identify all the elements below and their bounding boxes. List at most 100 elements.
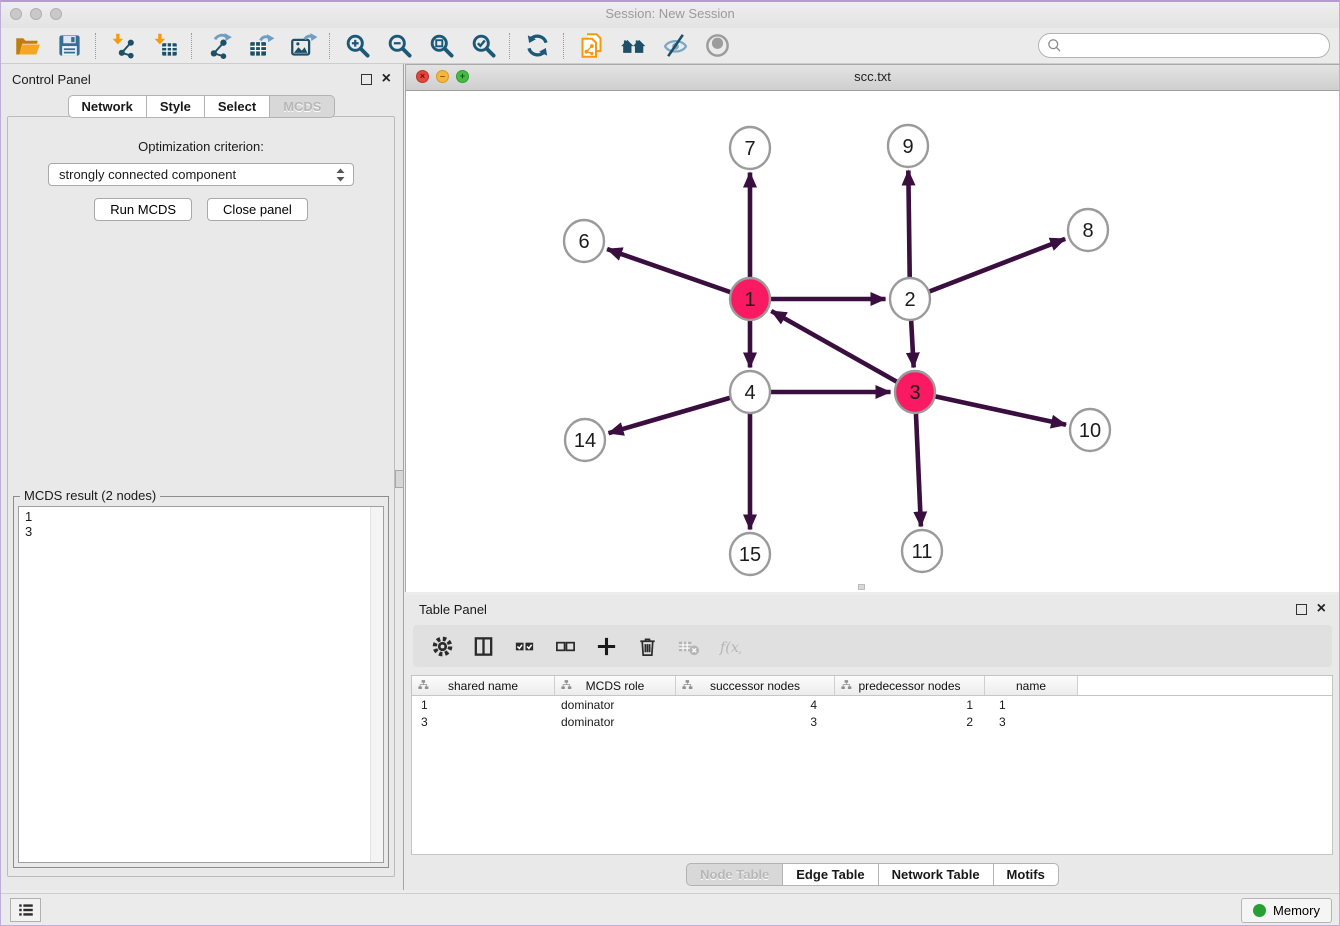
delete-table-button [675, 633, 701, 659]
float-panel-icon[interactable] [361, 74, 372, 85]
open-file-button[interactable] [6, 30, 48, 62]
cell-predecessor-nodes[interactable]: 2 [835, 715, 985, 729]
node-2[interactable]: 2 [890, 278, 930, 320]
close-table-panel-icon[interactable]: × [1317, 604, 1326, 614]
zoom-fit-button[interactable] [420, 30, 462, 62]
cell-mcds-role[interactable]: dominator [555, 715, 676, 729]
refresh-network-button[interactable] [516, 30, 558, 62]
save-session-button[interactable] [48, 30, 90, 62]
control-panel: Control Panel × NetworkStyleSelectMCDS O… [0, 64, 404, 890]
node-3[interactable]: 3 [895, 371, 935, 413]
edge-3-1[interactable] [771, 311, 915, 392]
node-7[interactable]: 7 [730, 127, 770, 169]
edge-2-8[interactable] [910, 239, 1065, 299]
node-label: 4 [744, 382, 755, 404]
mcds-result-title: MCDS result (2 nodes) [20, 488, 160, 503]
tab-network[interactable]: Network [68, 95, 147, 118]
cell-mcds-role[interactable]: dominator [555, 698, 676, 712]
copy-network-button[interactable] [570, 30, 612, 62]
memory-button[interactable]: Memory [1241, 898, 1332, 923]
import-network-button[interactable] [102, 30, 144, 62]
add-column-button[interactable] [593, 633, 619, 659]
cell-shared-name[interactable]: 1 [412, 698, 555, 712]
first-neighbors-button[interactable] [612, 30, 654, 62]
result-scrollbar[interactable] [370, 507, 383, 862]
edge-3-10[interactable] [915, 392, 1066, 425]
tree-icon [417, 679, 430, 692]
cell-name[interactable]: 3 [985, 715, 1078, 729]
network-canvas[interactable]: 1 2 3 4 6 7 8 9 10 11 14 15 [406, 91, 1339, 592]
gear-icon [431, 635, 454, 658]
close-panel-icon[interactable]: × [382, 74, 391, 84]
criterion-dropdown-value: strongly connected component [59, 167, 236, 182]
status-bar: Memory [0, 893, 1340, 926]
node-label: 9 [902, 136, 913, 158]
cell-successor-nodes[interactable]: 4 [676, 698, 835, 712]
show-all-button[interactable] [696, 30, 738, 62]
edge-4-14[interactable] [609, 392, 750, 433]
table-row[interactable]: 1dominator411 [412, 696, 1332, 713]
network-window-titlebar[interactable]: × – + scc.txt [406, 65, 1339, 91]
memory-status-dot [1253, 904, 1266, 917]
node-6[interactable]: 6 [564, 220, 604, 262]
column-header-shared-name[interactable]: shared name [412, 676, 555, 695]
zoom-out-button[interactable] [378, 30, 420, 62]
svg-text:f(x): f(x) [718, 639, 740, 655]
export-table-button[interactable] [240, 30, 282, 62]
float-table-panel-icon[interactable] [1296, 604, 1307, 615]
cell-predecessor-nodes[interactable]: 1 [835, 698, 985, 712]
new-network-button[interactable] [198, 30, 240, 62]
node-1[interactable]: 1 [730, 278, 770, 320]
import-network-icon [110, 32, 137, 59]
column-settings-button[interactable] [429, 633, 455, 659]
task-history-button[interactable] [10, 898, 41, 922]
node-9[interactable]: 9 [888, 125, 928, 167]
column-header-successor-nodes[interactable]: successor nodes [676, 676, 835, 695]
node-8[interactable]: 8 [1068, 209, 1108, 251]
tab-node-table[interactable]: Node Table [686, 863, 783, 886]
cell-name[interactable]: 1 [985, 698, 1078, 712]
table-row[interactable]: 3dominator323 [412, 713, 1332, 730]
save-session-icon [56, 32, 83, 59]
node-label: 11 [912, 541, 933, 563]
search-input[interactable] [1038, 33, 1330, 58]
node-11[interactable]: 11 [902, 530, 942, 572]
close-panel-button[interactable]: Close panel [207, 198, 308, 221]
network-view-window: × – + scc.txt 1 2 3 4 6 7 8 9 10 11 14 15 [405, 64, 1340, 592]
column-header-mcds-role[interactable]: MCDS role [555, 676, 676, 695]
node-14[interactable]: 14 [565, 419, 605, 461]
node-10[interactable]: 10 [1070, 409, 1110, 451]
node-4[interactable]: 4 [730, 371, 770, 413]
delete-column-button[interactable] [634, 633, 660, 659]
show-columns-button[interactable] [470, 633, 496, 659]
canvas-resize-handle[interactable] [858, 584, 865, 590]
cell-successor-nodes[interactable]: 3 [676, 715, 835, 729]
zoom-fit-icon [428, 32, 455, 59]
zoom-in-button[interactable] [336, 30, 378, 62]
column-header-predecessor-nodes[interactable]: predecessor nodes [835, 676, 985, 695]
tab-style[interactable]: Style [147, 95, 205, 118]
node-label: 7 [744, 138, 755, 160]
select-all-button[interactable] [511, 633, 537, 659]
search-container [1038, 33, 1330, 58]
hide-selected-button[interactable] [654, 30, 696, 62]
tab-edge-table[interactable]: Edge Table [783, 863, 878, 886]
plus-icon [595, 635, 618, 658]
import-table-button[interactable] [144, 30, 186, 62]
run-mcds-button[interactable]: Run MCDS [94, 198, 192, 221]
export-image-button[interactable] [282, 30, 324, 62]
column-header-name[interactable]: name [985, 676, 1078, 695]
node-15[interactable]: 15 [730, 533, 770, 575]
deselect-all-button[interactable] [552, 633, 578, 659]
panel-splitter-grip[interactable] [395, 470, 404, 488]
tab-mcds[interactable]: MCDS [270, 95, 335, 118]
tab-select[interactable]: Select [205, 95, 270, 118]
zoom-selected-button[interactable] [462, 30, 504, 62]
tab-network-table[interactable]: Network Table [879, 863, 994, 886]
edge-1-6[interactable] [607, 249, 750, 299]
app-titlebar: Session: New Session [0, 0, 1340, 29]
criterion-dropdown[interactable]: strongly connected component [48, 163, 354, 186]
cell-shared-name[interactable]: 3 [412, 715, 555, 729]
refresh-network-icon [524, 32, 551, 59]
tab-motifs[interactable]: Motifs [994, 863, 1059, 886]
